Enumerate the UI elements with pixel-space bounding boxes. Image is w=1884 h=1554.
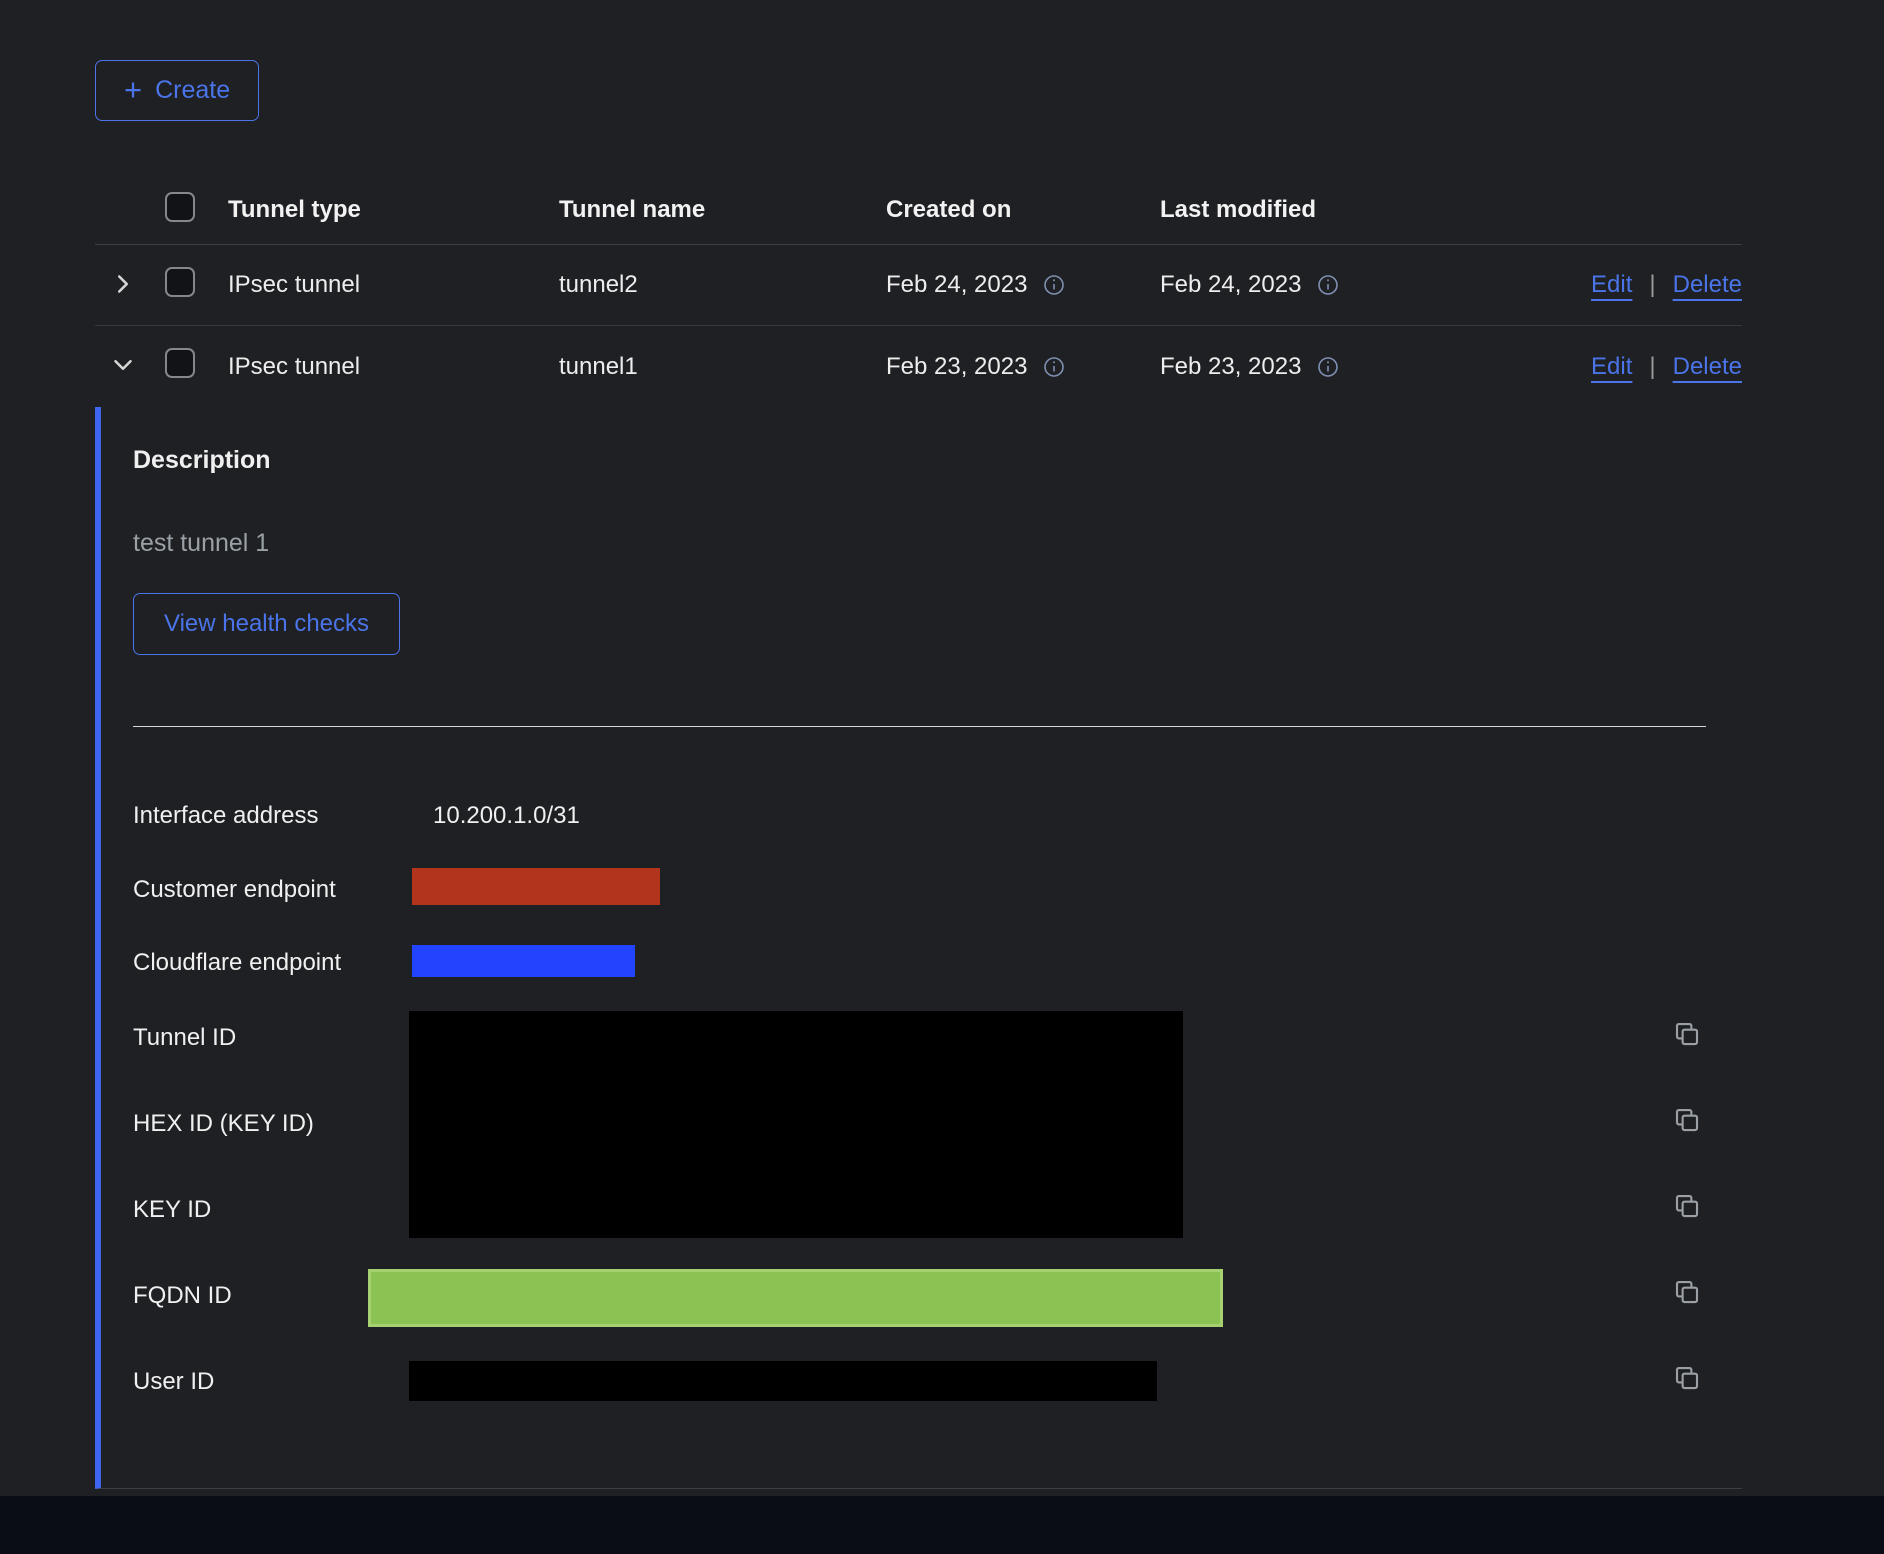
action-separator: | xyxy=(1649,271,1655,299)
edit-link[interactable]: Edit xyxy=(1591,271,1632,299)
copy-icon xyxy=(1672,1037,1702,1052)
copy-icon xyxy=(1672,1123,1702,1138)
table-row: IPsec tunnel tunnel2 Feb 24, 2023 Feb 24… xyxy=(95,245,1742,326)
table-header-row: Tunnel type Tunnel name Created on Last … xyxy=(95,175,1742,245)
key-id-label: KEY ID xyxy=(133,1196,211,1224)
column-header-tunnel-type: Tunnel type xyxy=(228,196,559,224)
collapse-row-button[interactable] xyxy=(107,349,139,384)
edit-link[interactable]: Edit xyxy=(1591,353,1632,381)
view-health-checks-button[interactable]: View health checks xyxy=(133,593,400,655)
last-modified-cell: Feb 23, 2023 xyxy=(1160,353,1301,381)
user-id-redacted-value xyxy=(409,1361,1157,1401)
interface-address-value: 10.200.1.0/31 xyxy=(433,802,580,830)
tunnel-detail-panel: Description test tunnel 1 View health ch… xyxy=(95,407,1742,1489)
column-header-tunnel-name: Tunnel name xyxy=(559,196,886,224)
tunnel-id-label: Tunnel ID xyxy=(133,1024,236,1052)
created-on-cell: Feb 24, 2023 xyxy=(886,271,1027,299)
expand-row-button[interactable] xyxy=(107,268,139,303)
column-header-created-on: Created on xyxy=(886,196,1160,224)
user-id-label: User ID xyxy=(133,1368,214,1396)
customer-endpoint-label: Customer endpoint xyxy=(133,876,336,904)
interface-address-label: Interface address xyxy=(133,802,318,830)
last-modified-info-icon[interactable] xyxy=(1316,273,1340,297)
tunnel-name-cell: tunnel1 xyxy=(559,353,886,381)
description-value: test tunnel 1 xyxy=(133,529,269,558)
section-divider xyxy=(133,726,1706,727)
last-modified-info-icon[interactable] xyxy=(1316,355,1340,379)
copy-icon xyxy=(1672,1295,1702,1310)
delete-link[interactable]: Delete xyxy=(1673,271,1742,299)
customer-endpoint-redacted-value xyxy=(412,868,660,905)
copy-fqdn-id-button[interactable] xyxy=(1672,1277,1702,1310)
table-row: IPsec tunnel tunnel1 Feb 23, 2023 Feb 23… xyxy=(95,326,1742,407)
copy-hex-id-button[interactable] xyxy=(1672,1105,1702,1138)
delete-link[interactable]: Delete xyxy=(1673,353,1742,381)
copy-key-id-button[interactable] xyxy=(1672,1191,1702,1224)
bottom-strip xyxy=(0,1496,1884,1554)
copy-tunnel-id-button[interactable] xyxy=(1672,1019,1702,1052)
created-on-info-icon[interactable] xyxy=(1042,273,1066,297)
cloudflare-endpoint-redacted-value xyxy=(412,945,635,977)
tunnel-type-cell: IPsec tunnel xyxy=(228,353,559,381)
action-separator: | xyxy=(1649,353,1655,381)
create-button[interactable]: + Create xyxy=(95,60,259,121)
description-label: Description xyxy=(133,446,271,475)
row-checkbox[interactable] xyxy=(165,267,195,297)
copy-icon xyxy=(1672,1209,1702,1224)
chevron-right-icon xyxy=(113,274,133,297)
fqdn-id-redacted-value xyxy=(368,1269,1223,1327)
create-button-label: Create xyxy=(155,76,230,105)
created-on-cell: Feb 23, 2023 xyxy=(886,353,1027,381)
tunnels-table: Tunnel type Tunnel name Created on Last … xyxy=(95,175,1742,407)
tunnel-name-cell: tunnel2 xyxy=(559,271,886,299)
last-modified-cell: Feb 24, 2023 xyxy=(1160,271,1301,299)
plus-icon: + xyxy=(124,74,142,105)
ipsec-tunnels-page: + Create Tunnel type Tunnel name Created… xyxy=(0,0,1884,1554)
created-on-info-icon[interactable] xyxy=(1042,355,1066,379)
chevron-down-icon xyxy=(113,355,133,378)
column-header-last-modified: Last modified xyxy=(1160,196,1460,224)
tunnel-type-cell: IPsec tunnel xyxy=(228,271,559,299)
copy-user-id-button[interactable] xyxy=(1672,1363,1702,1396)
select-all-checkbox[interactable] xyxy=(165,192,195,222)
fqdn-id-label: FQDN ID xyxy=(133,1282,232,1310)
copy-icon xyxy=(1672,1381,1702,1396)
tunnel-hex-key-id-redacted-values xyxy=(409,1011,1183,1238)
row-checkbox[interactable] xyxy=(165,348,195,378)
cloudflare-endpoint-label: Cloudflare endpoint xyxy=(133,949,341,977)
hex-id-label: HEX ID (KEY ID) xyxy=(133,1110,314,1138)
